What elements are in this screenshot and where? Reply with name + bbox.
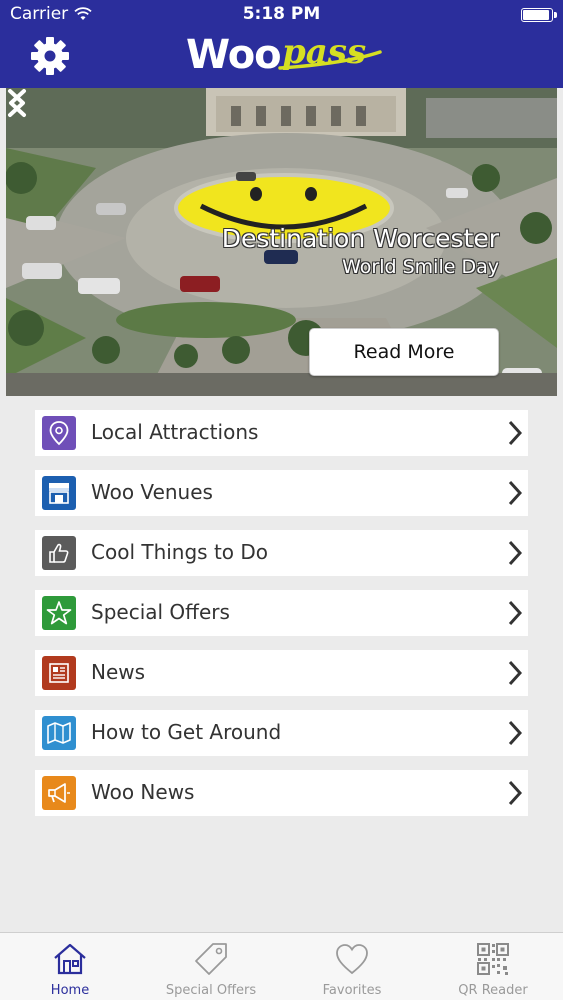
menu-item-woo-news[interactable]: Woo News: [35, 770, 528, 816]
hero-banner[interactable]: Destination Worcester World Smile Day Re…: [6, 88, 557, 396]
tag-icon: [195, 943, 227, 975]
status-time: 5:18 PM: [242, 4, 321, 24]
tab-bar: Home Special Offers Favorites QR Reader: [0, 932, 563, 1000]
menu-item-label: News: [91, 660, 146, 684]
menu-item-cool-things[interactable]: Cool Things to Do: [35, 530, 528, 576]
map-pin-icon: [42, 416, 76, 450]
chevron-right-icon[interactable]: [6, 88, 28, 118]
menu-item-news[interactable]: News: [35, 650, 528, 696]
tab-label: QR Reader: [458, 983, 528, 998]
storefront-icon: [42, 476, 76, 510]
logo-pass-text: pass: [282, 32, 367, 72]
app-header: Carrier 5:18 PM Woo pass: [0, 0, 563, 88]
tab-label: Special Offers: [165, 983, 257, 998]
chevron-right-icon: [508, 420, 522, 446]
map-icon: [42, 716, 76, 750]
battery-icon: [521, 8, 557, 22]
chevron-right-icon: [508, 540, 522, 566]
menu-item-label: Woo News: [91, 780, 195, 804]
menu-item-how-to-get-around[interactable]: How to Get Around: [35, 710, 528, 756]
gear-icon[interactable]: [30, 36, 70, 76]
chevron-right-icon: [508, 600, 522, 626]
menu-item-local-attractions[interactable]: Local Attractions: [35, 410, 528, 456]
tab-qr-reader[interactable]: QR Reader: [423, 933, 563, 1000]
tab-label: Home: [50, 983, 90, 998]
menu-item-special-offers[interactable]: Special Offers: [35, 590, 528, 636]
thumbs-up-icon: [42, 536, 76, 570]
menu-item-label: Cool Things to Do: [91, 540, 269, 564]
tab-favorites[interactable]: Favorites: [282, 933, 422, 1000]
chevron-right-icon: [508, 660, 522, 686]
tab-label: Favorites: [322, 983, 382, 998]
tab-home[interactable]: Home: [0, 933, 140, 1000]
chevron-right-icon: [508, 780, 522, 806]
menu-item-woo-venues[interactable]: Woo Venues: [35, 470, 528, 516]
menu-item-label: How to Get Around: [91, 720, 282, 744]
menu-item-label: Local Attractions: [91, 420, 259, 444]
hero-title: Destination Worcester: [221, 224, 499, 253]
woopass-logo: Woo pass: [180, 26, 390, 84]
hero-subtitle: World Smile Day: [342, 256, 499, 278]
status-bar: Carrier 5:18 PM: [0, 0, 563, 28]
star-icon: [42, 596, 76, 630]
home-icon: [54, 943, 86, 975]
heart-icon: [336, 944, 368, 975]
read-more-button[interactable]: Read More: [309, 328, 499, 376]
logo-woo-text: Woo: [186, 32, 282, 78]
megaphone-icon: [42, 776, 76, 810]
qr-code-icon: [477, 943, 509, 975]
menu-item-label: Special Offers: [91, 600, 230, 624]
chevron-right-icon: [508, 480, 522, 506]
tab-special-offers[interactable]: Special Offers: [141, 933, 281, 1000]
menu-item-label: Woo Venues: [91, 480, 213, 504]
newspaper-icon: [42, 656, 76, 690]
chevron-right-icon: [508, 720, 522, 746]
